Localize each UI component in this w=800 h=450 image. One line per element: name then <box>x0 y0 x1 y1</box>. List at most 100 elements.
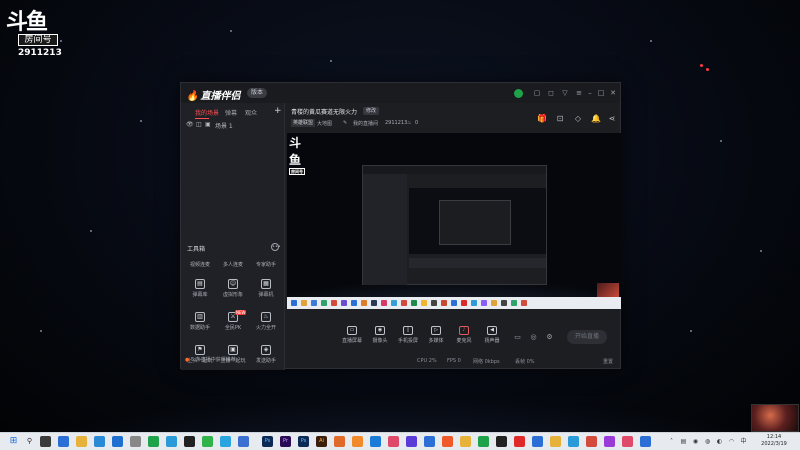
gift-box-icon[interactable]: 🎁 <box>537 114 547 124</box>
subcategory[interactable]: 大地图 <box>317 120 332 127</box>
settings-icon[interactable]: ⚙ <box>545 333 554 342</box>
close-icon[interactable]: ✕ <box>609 89 617 97</box>
explorer-icon[interactable] <box>76 436 87 447</box>
lock-icon[interactable]: ◫ <box>196 121 202 128</box>
tool-expert[interactable]: 专家助手 <box>249 259 283 281</box>
photoshop-icon[interactable]: Ps <box>298 436 309 447</box>
fps-status: FPS 0 <box>447 358 461 364</box>
anchor-link[interactable]: 我的直播间 <box>353 120 378 127</box>
tool-pk[interactable]: ⚔ NEW 全民PK <box>216 310 250 334</box>
app-icon[interactable] <box>220 436 231 447</box>
sidebar-footer[interactable]: ● 5 条直播中获得推荐 <box>185 356 236 363</box>
tool-danmaku[interactable]: ▤ 弹幕库 <box>183 279 217 301</box>
category-tag[interactable]: 英雄联盟 <box>291 119 316 127</box>
app-icon[interactable] <box>478 436 489 447</box>
menu-icon[interactable]: ≡ <box>575 89 583 97</box>
app-icon[interactable] <box>352 436 363 447</box>
photoshop-icon[interactable]: Ps <box>262 436 273 447</box>
wifi-icon[interactable]: ◠ <box>728 437 735 446</box>
loop-icon[interactable]: ◎ <box>529 333 538 342</box>
version-badge[interactable]: 版本 <box>247 88 268 98</box>
tray-chevron-icon[interactable]: ˄ <box>668 437 675 446</box>
speaker-button[interactable]: ◀ 扬声器 <box>479 326 505 350</box>
app-icon[interactable] <box>514 436 525 447</box>
qq-icon[interactable] <box>184 436 195 447</box>
avatar-icon: ☺ <box>228 279 238 289</box>
toolbox-more-icon[interactable]: ••• <box>271 243 281 251</box>
app-icon[interactable] <box>370 436 381 447</box>
system-clock[interactable]: 12:14 2022/3/19 <box>754 434 794 448</box>
tool-video-link[interactable]: 视频连麦 <box>183 259 217 281</box>
share-icon[interactable]: ⋖ <box>607 114 617 124</box>
scene-row[interactable]: 👁 ◫ ▣ 场景 1 <box>181 120 285 130</box>
gift-icon[interactable]: ◻ <box>547 89 555 97</box>
app-icon[interactable] <box>130 436 141 447</box>
tool-fire[interactable]: ♨ 火力全开 <box>249 312 283 334</box>
app-icon[interactable] <box>622 436 633 447</box>
tool-multi-link[interactable]: 多人连麦 <box>216 259 250 281</box>
tab-danmaku[interactable]: 弹幕 <box>225 108 237 117</box>
tool-label: 虚拟形象 <box>222 292 243 298</box>
start-live-button[interactable]: 开始直播 <box>567 330 607 344</box>
tab-my-scenes[interactable]: 我的场景 <box>195 108 219 117</box>
app-icon[interactable] <box>586 436 597 447</box>
app-icon[interactable] <box>568 436 579 447</box>
tray-icon[interactable]: ◍ <box>704 437 711 446</box>
volume-icon[interactable]: ◐ <box>716 437 723 446</box>
stream-thumbnail[interactable] <box>751 404 799 432</box>
microphone-button[interactable]: ♪ 麦克风 <box>451 326 477 350</box>
app-icon[interactable] <box>388 436 399 447</box>
shirt-icon[interactable]: ▽ <box>561 89 569 97</box>
danmaku-icon: ▤ <box>195 279 205 289</box>
app-icon[interactable] <box>406 436 417 447</box>
app-icon[interactable] <box>166 436 177 447</box>
language-icon[interactable]: 中 <box>740 437 747 446</box>
app-icon[interactable] <box>442 436 453 447</box>
media-button[interactable]: ▷ 多媒体 <box>423 326 449 350</box>
bag-icon[interactable]: ◇ <box>573 114 583 124</box>
app-icon[interactable] <box>58 436 69 447</box>
app-icon[interactable] <box>496 436 507 447</box>
tool-send[interactable]: ◈ 发送助手 <box>249 345 283 367</box>
app-icon[interactable] <box>604 436 615 447</box>
minimize-icon[interactable]: – <box>586 89 594 97</box>
tool-avatar[interactable]: ☺ 虚拟形象 <box>216 279 250 301</box>
app-icon[interactable] <box>334 436 345 447</box>
star <box>90 230 92 232</box>
tray-icon[interactable]: ◉ <box>692 437 699 446</box>
screen-capture-button[interactable]: ▭ 直播屏幕 <box>339 326 365 350</box>
app-icon[interactable] <box>550 436 561 447</box>
stream-preview[interactable]: 斗鱼 房间号 <box>287 133 621 309</box>
chrome-icon[interactable] <box>460 436 471 447</box>
app-icon[interactable] <box>94 436 105 447</box>
app-icon[interactable] <box>148 436 159 447</box>
search-icon[interactable]: ⚲ <box>24 436 35 447</box>
app-icon[interactable] <box>640 436 651 447</box>
edit-icon[interactable]: ✎ <box>343 120 347 126</box>
illustrator-icon[interactable]: Ai <box>316 436 327 447</box>
bell-icon[interactable]: 🔔 <box>591 114 601 124</box>
camera-button[interactable]: ◉ 摄像头 <box>367 326 393 350</box>
wechat-icon[interactable] <box>202 436 213 447</box>
maximize-icon[interactable]: □ <box>597 89 605 97</box>
premiere-icon[interactable]: Pr <box>280 436 291 447</box>
phone-cast-button[interactable]: ▯ 手机投屏 <box>395 326 421 350</box>
add-scene-button[interactable]: + <box>274 106 282 116</box>
edit-title-button[interactable]: 修改 <box>363 107 380 115</box>
tool-danmaku-machine[interactable]: ▦ 弹幕机 <box>249 279 283 301</box>
task-view-icon[interactable] <box>40 436 51 447</box>
tool-data[interactable]: ▥ 数据助手 <box>183 312 217 334</box>
app-icon[interactable] <box>424 436 435 447</box>
network-icon[interactable]: ▤ <box>680 437 687 446</box>
app-icon[interactable] <box>238 436 249 447</box>
bottom-label: 摄像头 <box>372 338 388 344</box>
message-icon[interactable]: ▢ <box>533 89 541 97</box>
start-icon[interactable]: ⊞ <box>8 436 19 447</box>
tab-audience[interactable]: 观众 <box>245 108 257 117</box>
lock-room-icon[interactable]: ⊡ <box>555 114 565 124</box>
reset-button[interactable]: 重置 <box>603 358 613 365</box>
app-icon[interactable] <box>532 436 543 447</box>
record-icon[interactable]: ▭ <box>513 333 522 342</box>
edge-icon[interactable] <box>112 436 123 447</box>
visibility-icon[interactable]: 👁 <box>186 121 194 128</box>
